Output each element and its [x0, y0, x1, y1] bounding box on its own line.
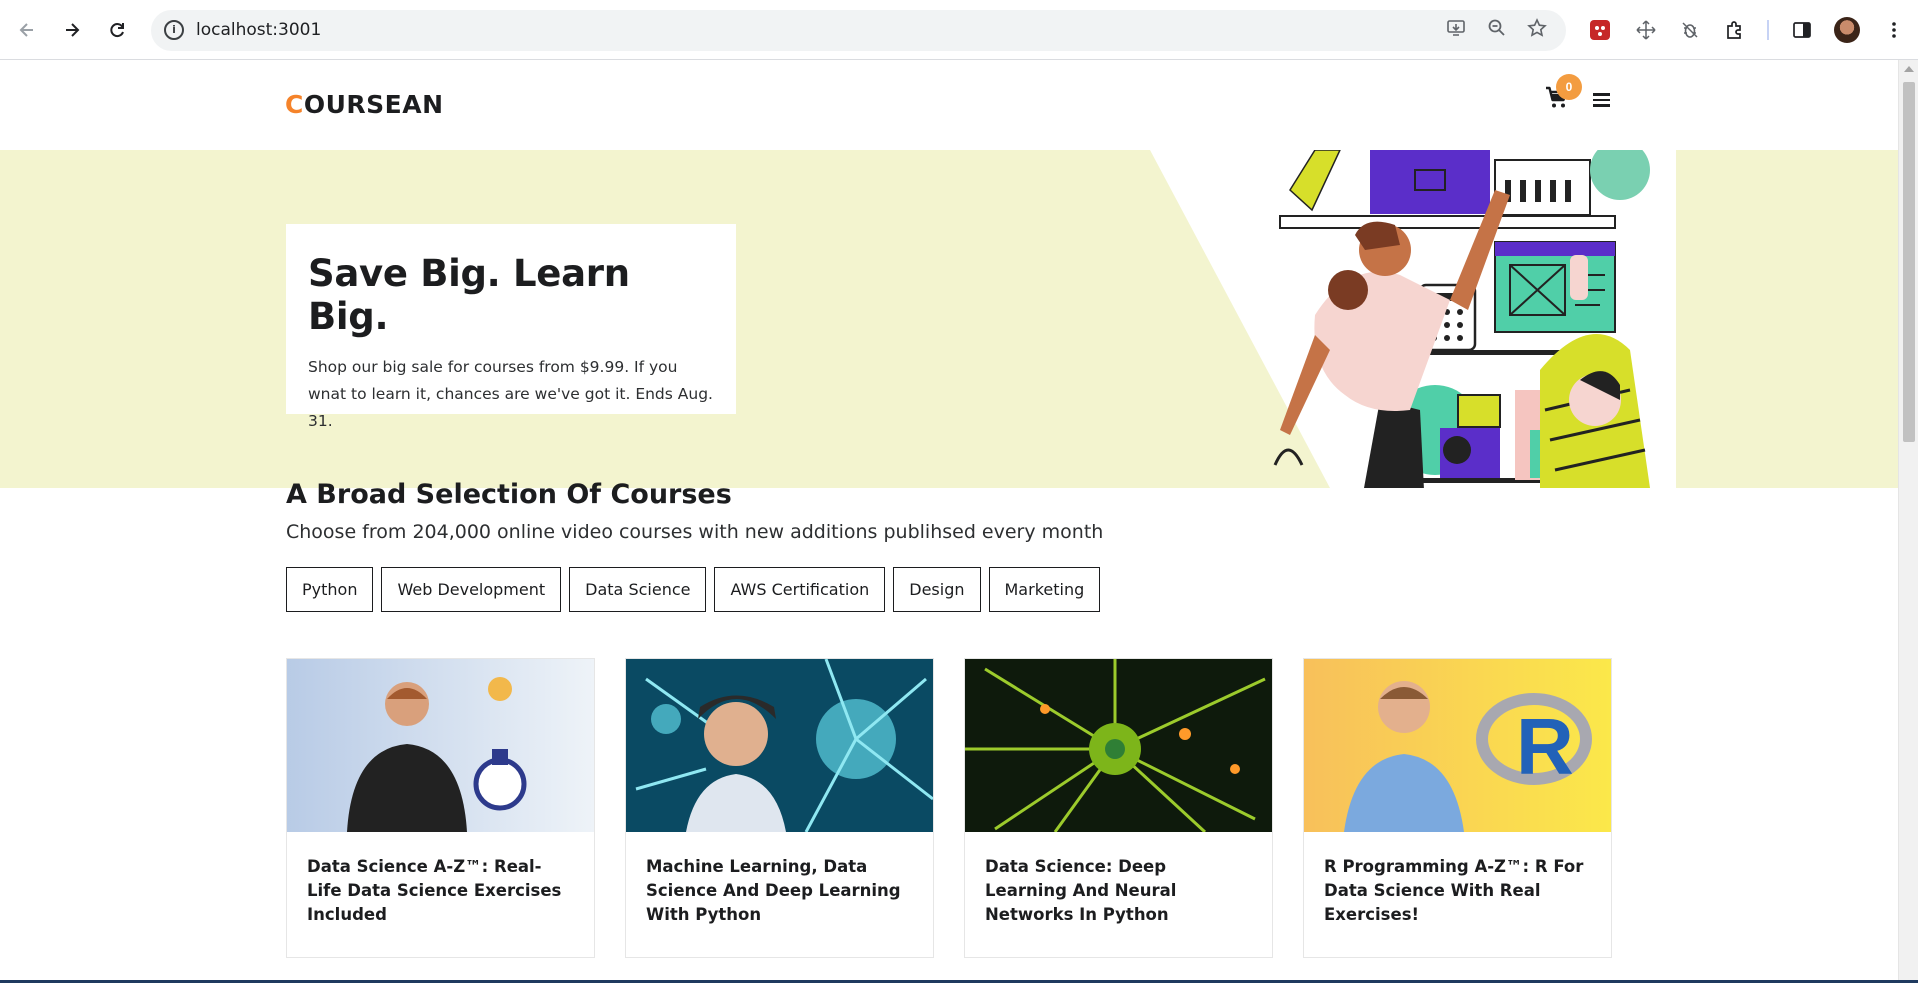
course-title[interactable]: Data Science A-Z™: Real-Life Data Scienc… — [287, 837, 594, 945]
browser-toolbar: i localhost:3001 — [0, 0, 1918, 60]
reload-icon[interactable] — [101, 14, 133, 46]
courses-section-subtitle: Choose from 204,000 online video courses… — [286, 521, 1104, 543]
zoom-icon[interactable] — [1484, 18, 1510, 44]
install-app-icon[interactable] — [1443, 18, 1469, 44]
hero-banner: Save Big. Learn Big. Shop our big sale f… — [0, 150, 1898, 488]
tab-web-development[interactable]: Web Development — [381, 567, 562, 612]
course-title[interactable]: R Programming A-Z™: R For Data Science W… — [1304, 837, 1611, 945]
toolbar-divider — [1767, 20, 1769, 40]
address-bar[interactable]: i localhost:3001 — [151, 10, 1566, 51]
tab-design[interactable]: Design — [893, 567, 981, 612]
extensions-puzzle-icon[interactable] — [1721, 16, 1749, 44]
extension-move-icon[interactable] — [1632, 16, 1660, 44]
extension-bug-icon[interactable] — [1676, 16, 1704, 44]
forward-arrow-icon[interactable] — [56, 14, 88, 46]
tab-data-science[interactable]: Data Science — [569, 567, 707, 612]
more-menu-icon[interactable] — [1880, 16, 1908, 44]
category-tabs: Python Web Development Data Science AWS … — [286, 567, 1101, 612]
side-panel-icon[interactable] — [1788, 16, 1816, 44]
address-url[interactable]: localhost:3001 — [196, 20, 321, 40]
scrollbar-thumb[interactable] — [1903, 82, 1915, 442]
hero-promo-card: Save Big. Learn Big. Shop our big sale f… — [286, 224, 736, 430]
tab-aws-certification[interactable]: AWS Certification — [714, 567, 886, 612]
hero-description: Shop our big sale for courses from $9.99… — [308, 358, 713, 430]
logo-text: OURSEAN — [303, 90, 444, 119]
bookmark-star-icon[interactable] — [1524, 18, 1550, 44]
courses-section-title: A Broad Selection Of Courses — [286, 479, 732, 510]
tab-marketing[interactable]: Marketing — [988, 567, 1101, 612]
course-card[interactable]: Data Science: Deep Learning And Neural N… — [964, 658, 1273, 958]
course-card[interactable]: Data Science A-Z™: Real-Life Data Scienc… — [286, 658, 595, 958]
cart-count-badge: 0 — [1556, 74, 1582, 100]
svg-text:R: R — [1516, 702, 1574, 791]
site-logo[interactable]: COURSEAN — [285, 90, 444, 119]
hamburger-menu-icon[interactable] — [1593, 93, 1610, 110]
course-title[interactable]: Data Science: Deep Learning And Neural N… — [965, 837, 1272, 945]
hero-title: Save Big. Learn Big. — [308, 252, 630, 338]
course-title[interactable]: Machine Learning, Data Science And Deep … — [626, 837, 933, 945]
course-card-list: Data Science A-Z™: Real-Life Data Scienc… — [286, 658, 1612, 958]
extension-ladybug-icon[interactable] — [1586, 16, 1614, 44]
back-arrow-icon[interactable] — [11, 14, 43, 46]
site-info-icon[interactable]: i — [164, 20, 184, 40]
course-thumbnail — [965, 659, 1272, 834]
course-card[interactable]: R R Programming A-Z™: R For Data Science… — [1303, 658, 1612, 958]
logo-accent-letter: C — [285, 90, 304, 119]
course-thumbnail: R — [1304, 659, 1611, 832]
scroll-up-arrow-icon[interactable] — [1904, 66, 1914, 72]
course-thumbnail — [626, 658, 934, 833]
hero-illustration — [1150, 150, 1676, 488]
course-thumbnail — [287, 659, 594, 832]
profile-avatar[interactable] — [1834, 17, 1860, 43]
course-card[interactable]: Machine Learning, Data Science And Deep … — [625, 658, 934, 958]
page-scrollbar[interactable] — [1898, 60, 1918, 983]
tab-python[interactable]: Python — [286, 567, 374, 612]
site-header: COURSEAN 0 — [0, 60, 1898, 150]
